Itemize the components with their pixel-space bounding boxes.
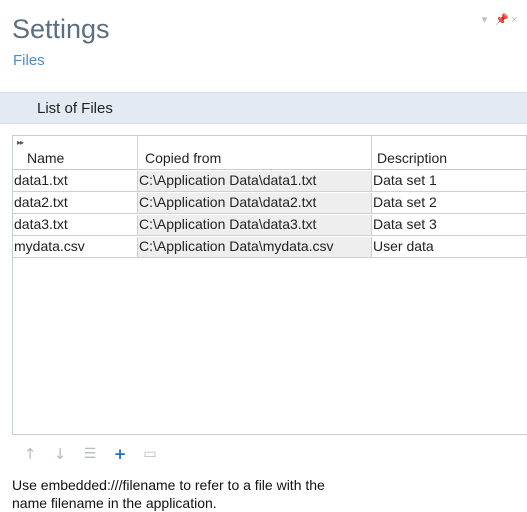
copied-from-cell: C:\Application Data\mydata.csv <box>138 237 372 257</box>
column-header-copied-from[interactable]: Copied from <box>138 136 372 169</box>
settings-subtitle: Files <box>13 52 45 69</box>
more-options-icon[interactable]: ▭ <box>142 446 158 462</box>
description-cell[interactable]: Data set 1 <box>372 171 527 191</box>
description-cell[interactable]: User data <box>372 237 527 257</box>
add-icon[interactable]: + <box>112 446 128 462</box>
section-title: List of Files <box>37 100 113 117</box>
copied-from-cell: C:\Application Data\data3.txt <box>138 215 372 235</box>
pin-icon[interactable]: 📌 <box>495 14 509 26</box>
column-header-description[interactable]: Description <box>372 136 527 169</box>
table-row[interactable]: data2.txt C:\Application Data\data2.txt … <box>13 193 527 214</box>
close-icon[interactable]: × <box>510 14 519 26</box>
copied-from-cell: C:\Application Data\data1.txt <box>138 171 372 191</box>
column-header-label-description: Description <box>377 150 448 166</box>
file-name-cell[interactable]: data1.txt <box>13 171 138 191</box>
description-cell[interactable]: Data set 3 <box>372 215 527 235</box>
file-name-cell[interactable]: mydata.csv <box>13 237 138 257</box>
files-table: ▸▸ Name Copied from Description data1.tx… <box>12 135 527 435</box>
settings-header: Settings Files ▾ 📌 × <box>0 0 527 92</box>
file-name-cell[interactable]: data3.txt <box>13 215 138 235</box>
table-header: ▸▸ Name Copied from Description <box>13 136 527 170</box>
column-header-name[interactable]: ▸▸ Name <box>13 136 138 169</box>
info-line-2: name filename in the application. <box>12 495 217 511</box>
table-toolbar: ↑ ↓ ☰ + ▭ <box>22 445 158 463</box>
table-row[interactable]: data3.txt C:\Application Data\data3.txt … <box>13 215 527 236</box>
info-line-1: Use embedded:///filename to refer to a f… <box>12 477 325 493</box>
expand-columns-icon[interactable]: ▸▸ <box>17 139 26 147</box>
settings-title: Settings <box>12 14 110 44</box>
section-header-list-of-files[interactable]: List of Files <box>0 92 527 124</box>
file-name-cell[interactable]: data2.txt <box>13 193 138 213</box>
column-header-label-name: Name <box>27 150 65 166</box>
description-cell[interactable]: Data set 2 <box>372 193 527 213</box>
move-up-icon[interactable]: ↑ <box>22 446 38 462</box>
delete-icon[interactable]: ☰ <box>82 446 98 462</box>
embedded-file-info: Use embedded:///filename to refer to a f… <box>12 476 512 512</box>
table-row[interactable]: data1.txt C:\Application Data\data1.txt … <box>13 171 527 192</box>
table-row[interactable]: mydata.csv C:\Application Data\mydata.cs… <box>13 237 527 258</box>
column-header-label-copied-from: Copied from <box>145 150 222 166</box>
panel-controls: ▾ 📌 × <box>480 14 519 26</box>
copied-from-cell: C:\Application Data\data2.txt <box>138 193 372 213</box>
move-down-icon[interactable]: ↓ <box>52 446 68 462</box>
dropdown-icon[interactable]: ▾ <box>480 14 489 26</box>
